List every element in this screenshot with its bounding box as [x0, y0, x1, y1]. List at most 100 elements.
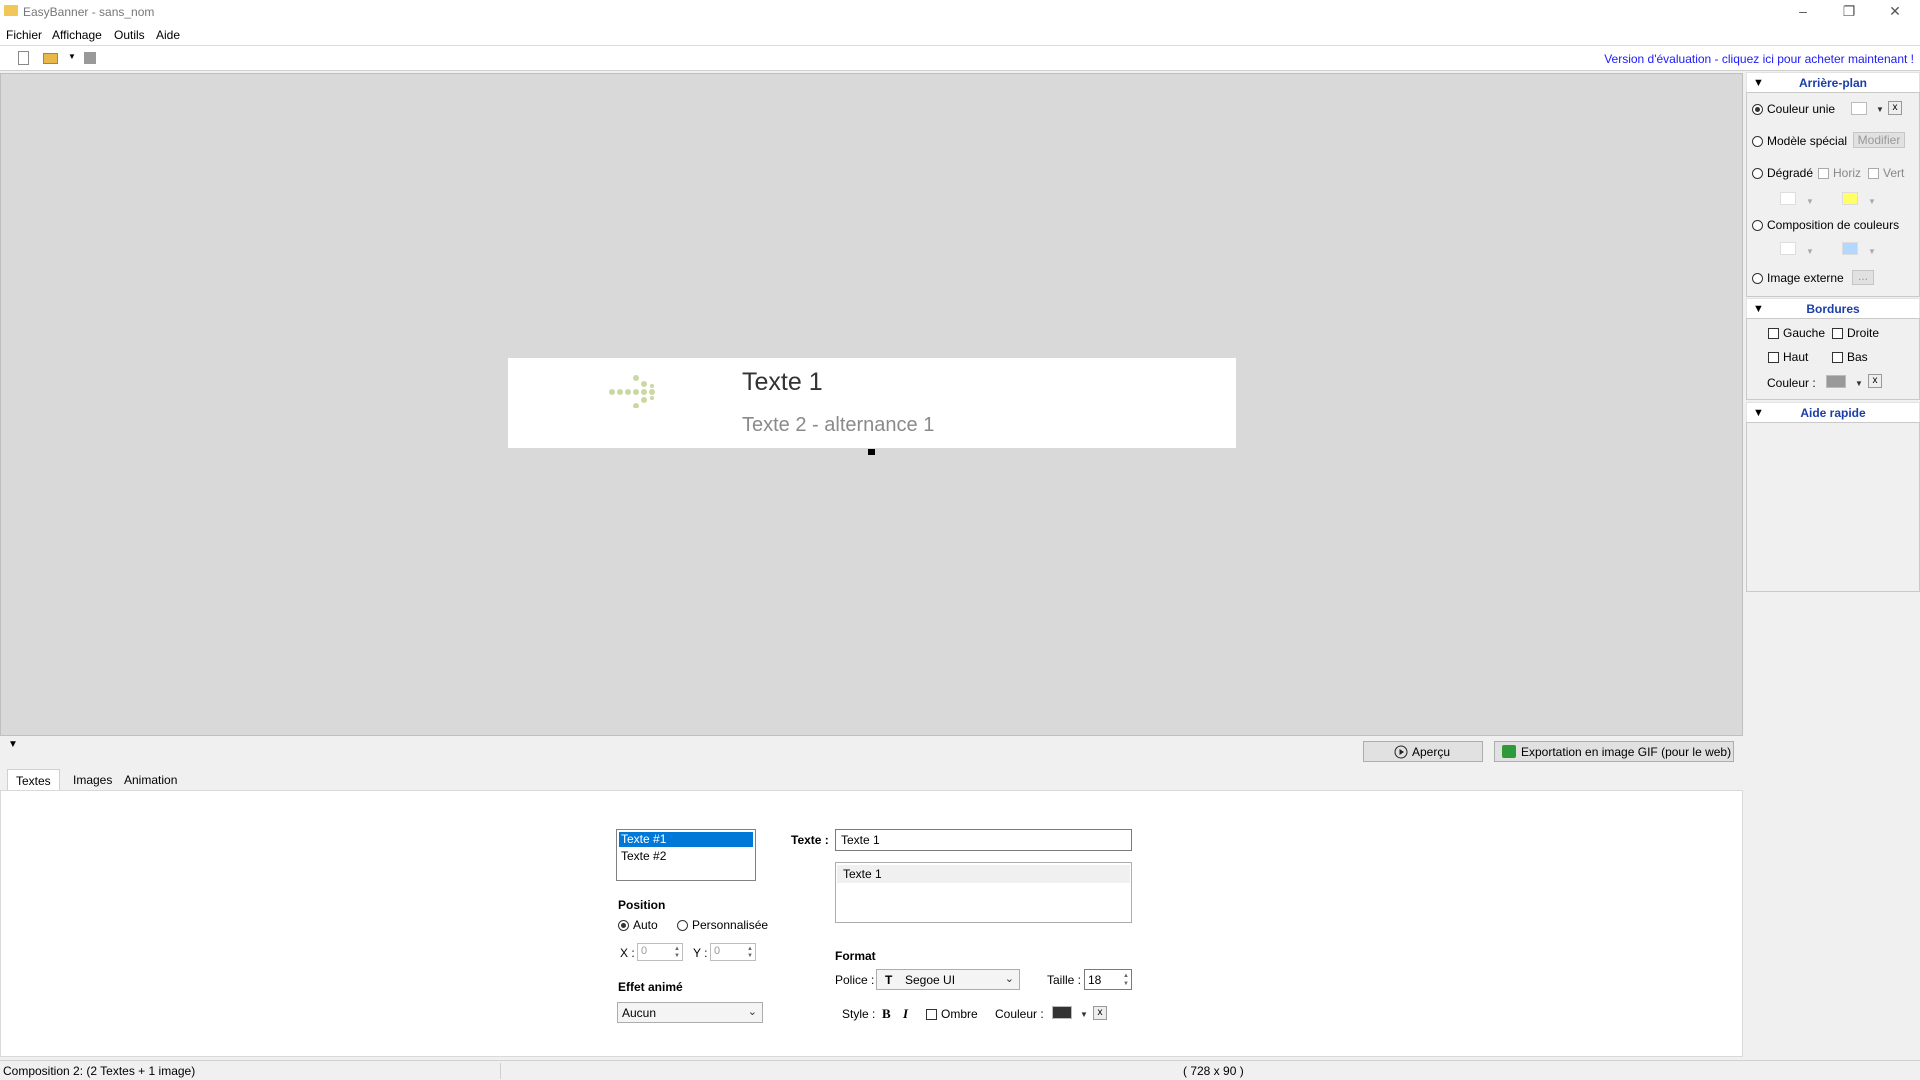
- x-label: X :: [620, 946, 635, 960]
- solid-color-dropdown[interactable]: ▼: [1876, 105, 1884, 114]
- solid-color-swatch[interactable]: [1851, 102, 1867, 115]
- save-icon[interactable]: [84, 52, 96, 64]
- gradient-to-dropdown[interactable]: ▼: [1868, 197, 1876, 206]
- size-up-arrow[interactable]: ▲: [1123, 973, 1129, 979]
- composition-to-swatch[interactable]: [1842, 242, 1858, 255]
- color-composition-label: Composition de couleurs: [1767, 218, 1900, 232]
- radio-solid-color[interactable]: [1752, 104, 1763, 115]
- modify-button[interactable]: Modifier: [1853, 132, 1905, 148]
- border-right-checkbox[interactable]: [1832, 328, 1843, 339]
- banner-text-2[interactable]: Texte 2 - alternance 1: [742, 414, 934, 437]
- preview-button[interactable]: Aperçu: [1363, 741, 1483, 762]
- y-up-arrow[interactable]: ▲: [747, 946, 753, 952]
- preview-label: Aperçu: [1412, 745, 1451, 759]
- radio-position-auto[interactable]: [618, 920, 629, 931]
- border-bottom-checkbox[interactable]: [1832, 352, 1843, 363]
- menu-affichage[interactable]: Affichage: [52, 28, 102, 42]
- border-color-dropdown[interactable]: ▼: [1855, 379, 1863, 388]
- folder-icon: [4, 5, 18, 16]
- composition-from-swatch[interactable]: [1780, 242, 1796, 255]
- status-size: ( 728 x 90 ): [1183, 1064, 1244, 1078]
- background-section-title: Arrière-plan: [1798, 76, 1868, 90]
- evaluation-link[interactable]: Version d'évaluation - cliquez ici pour …: [1604, 52, 1914, 66]
- menu-aide[interactable]: Aide: [156, 28, 180, 42]
- border-left-checkbox[interactable]: [1768, 328, 1779, 339]
- font-type-icon: T: [885, 973, 893, 987]
- text-input[interactable]: [835, 829, 1132, 851]
- quick-help-body: [1746, 422, 1920, 592]
- export-label: Exportation en image GIF (pour le web): [1521, 745, 1732, 759]
- list-item[interactable]: Texte #1: [619, 832, 753, 847]
- vert-checkbox[interactable]: [1868, 168, 1879, 179]
- minimize-button[interactable]: –: [1780, 0, 1826, 24]
- borders-section-title: Bordures: [1806, 302, 1860, 316]
- radio-position-custom[interactable]: [677, 920, 688, 931]
- tab-images[interactable]: Images: [65, 769, 120, 791]
- radio-external-image[interactable]: [1752, 273, 1763, 284]
- alternates-list[interactable]: Texte 1: [835, 862, 1132, 923]
- solid-color-clear-button[interactable]: x: [1888, 101, 1902, 115]
- composition-to-dropdown[interactable]: ▼: [1868, 247, 1876, 256]
- y-stepper[interactable]: 0 ▲ ▼: [710, 943, 756, 961]
- menu-outils[interactable]: Outils: [114, 28, 145, 42]
- border-top-checkbox[interactable]: [1768, 352, 1779, 363]
- export-icon: [1502, 745, 1516, 758]
- background-section-header[interactable]: ▼ Arrière-plan: [1746, 72, 1920, 94]
- banner-preview[interactable]: Texte 1 Texte 2 - alternance 1: [508, 358, 1236, 448]
- y-down-arrow[interactable]: ▼: [747, 953, 753, 959]
- open-folder-icon[interactable]: [43, 53, 58, 64]
- horiz-checkbox[interactable]: [1818, 168, 1829, 179]
- quick-help-section-header[interactable]: ▼ Aide rapide: [1746, 402, 1920, 424]
- effect-label: Effet animé: [618, 980, 683, 994]
- x-down-arrow[interactable]: ▼: [674, 953, 680, 959]
- text-color-dropdown[interactable]: ▼: [1080, 1010, 1088, 1019]
- border-bottom-label: Bas: [1847, 350, 1868, 364]
- background-section-body: [1746, 92, 1920, 297]
- export-gif-button[interactable]: Exportation en image GIF (pour le web): [1494, 741, 1734, 762]
- menu-fichier[interactable]: Fichier: [6, 28, 42, 42]
- text-list[interactable]: Texte #1 Texte #2: [616, 829, 756, 881]
- font-select[interactable]: T Segoe UI ⌄: [876, 969, 1020, 990]
- effect-select[interactable]: Aucun ⌄: [617, 1002, 763, 1023]
- resize-handle[interactable]: [868, 449, 875, 455]
- text-color-swatch[interactable]: [1052, 1006, 1072, 1019]
- bold-button[interactable]: B: [882, 1006, 891, 1022]
- radio-special-model[interactable]: [1752, 136, 1763, 147]
- border-top-label: Haut: [1783, 350, 1809, 364]
- banner-image-icon[interactable]: [608, 368, 664, 408]
- composition-from-dropdown[interactable]: ▼: [1806, 247, 1814, 256]
- gradient-to-swatch[interactable]: [1842, 192, 1858, 205]
- x-stepper[interactable]: 0 ▲ ▼: [637, 943, 683, 961]
- new-file-icon[interactable]: [18, 51, 29, 65]
- size-down-arrow[interactable]: ▼: [1123, 981, 1129, 987]
- italic-button[interactable]: I: [903, 1006, 908, 1022]
- list-item[interactable]: Texte 1: [837, 865, 1130, 883]
- border-color-clear-button[interactable]: x: [1868, 374, 1882, 388]
- position-auto-label: Auto: [633, 918, 658, 932]
- open-dropdown-arrow[interactable]: ▼: [68, 52, 76, 61]
- font-value: Segoe UI: [905, 973, 956, 987]
- banner-text-1[interactable]: Texte 1: [742, 368, 823, 397]
- border-color-label: Couleur :: [1767, 376, 1816, 390]
- radio-gradient[interactable]: [1752, 168, 1763, 179]
- list-item[interactable]: Texte #2: [619, 849, 753, 864]
- close-button[interactable]: ✕: [1872, 0, 1918, 24]
- collapse-panel-icon[interactable]: ▼: [8, 739, 18, 750]
- x-up-arrow[interactable]: ▲: [674, 946, 680, 952]
- tab-textes[interactable]: Textes: [7, 769, 60, 791]
- shadow-checkbox[interactable]: [926, 1009, 937, 1020]
- text-color-clear-button[interactable]: x: [1093, 1006, 1107, 1020]
- y-value: 0: [714, 945, 721, 957]
- size-stepper[interactable]: 18 ▲ ▼: [1084, 969, 1132, 990]
- gradient-from-dropdown[interactable]: ▼: [1806, 197, 1814, 206]
- gradient-label: Dégradé: [1767, 166, 1814, 180]
- restore-button[interactable]: ❐: [1826, 0, 1872, 24]
- font-label: Police :: [835, 973, 875, 987]
- browse-image-button[interactable]: ...: [1852, 270, 1874, 285]
- gradient-from-swatch[interactable]: [1780, 192, 1796, 205]
- chevron-down-icon: ⌄: [747, 1006, 757, 1018]
- tab-animation[interactable]: Animation: [116, 769, 185, 791]
- radio-color-composition[interactable]: [1752, 220, 1763, 231]
- border-color-swatch[interactable]: [1826, 375, 1846, 388]
- borders-section-header[interactable]: ▼ Bordures: [1746, 298, 1920, 320]
